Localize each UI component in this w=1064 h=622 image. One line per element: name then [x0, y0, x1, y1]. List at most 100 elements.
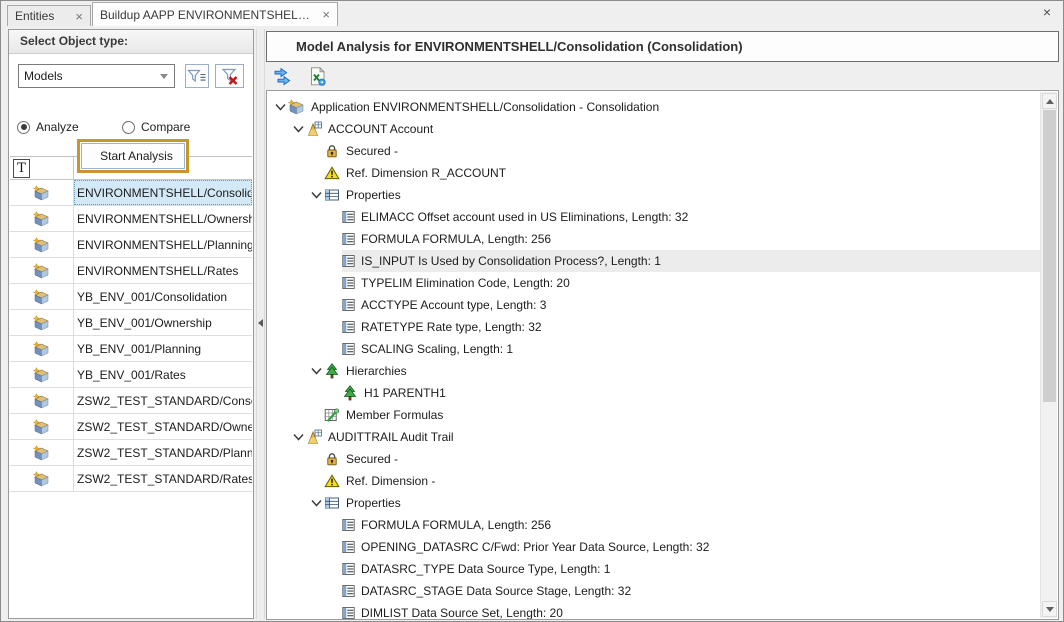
chevron-down-icon[interactable]: [308, 189, 324, 201]
tab-close-icon[interactable]: ×: [322, 8, 330, 21]
chevron-down-icon[interactable]: [272, 101, 288, 113]
property-icon: [342, 210, 355, 224]
tree-row[interactable]: IS_INPUT Is Used by Consolidation Proces…: [268, 250, 1040, 272]
model-row-icon-cell: [10, 232, 74, 257]
tree-row[interactable]: Application ENVIRONMENTSHELL/Consolidati…: [268, 96, 1040, 118]
collapse-left-icon[interactable]: [258, 319, 263, 327]
model-row-name: ZSW2_TEST_STANDARD/Consoli...: [74, 388, 252, 413]
chevron-down-icon[interactable]: [290, 123, 306, 135]
tree-row-body: OPENING_DATASRC C/Fwd: Prior Year Data S…: [342, 536, 1040, 558]
lock-icon: [324, 451, 340, 467]
model-cube-icon: [33, 341, 50, 357]
tree-item-label: FORMULA FORMULA, Length: 256: [361, 232, 551, 246]
tree-row[interactable]: DIMLIST Data Source Set, Length: 20: [268, 602, 1040, 620]
chevron-down-icon[interactable]: [308, 365, 324, 377]
tree-row[interactable]: FORMULA FORMULA, Length: 256: [268, 514, 1040, 536]
tree-row[interactable]: Member Formulas: [268, 404, 1040, 426]
scrollbar-thumb[interactable]: [1043, 110, 1056, 402]
tab-close-icon[interactable]: ×: [75, 10, 83, 23]
models-header-icon-cell[interactable]: T: [10, 157, 74, 179]
mode-radio-compare[interactable]: Compare: [122, 120, 227, 134]
dimension-icon: [306, 121, 322, 137]
tree-row-body: Ref. Dimension R_ACCOUNT: [324, 162, 1040, 184]
model-row-icon-cell: [10, 310, 74, 335]
object-type-dropdown[interactable]: Models: [18, 64, 175, 88]
tree-indent: [268, 327, 326, 328]
tree-row[interactable]: ELIMACC Offset account used in US Elimin…: [268, 206, 1040, 228]
tree-row[interactable]: Secured -: [268, 448, 1040, 470]
run-arrows-button[interactable]: [273, 65, 295, 87]
tree-row[interactable]: Properties: [268, 492, 1040, 514]
tree-row[interactable]: DATASRC_STAGE Data Source Stage, Length:…: [268, 580, 1040, 602]
scroll-up-button[interactable]: [1042, 93, 1057, 109]
tree-row[interactable]: Secured -: [268, 140, 1040, 162]
hierarchy-icon: [342, 385, 358, 401]
model-name-text: ZSW2_TEST_STANDARD/Consoli...: [77, 394, 252, 408]
tree-indent: [268, 525, 326, 526]
model-row[interactable]: ENVIRONMENTSHELL/Planning: [10, 232, 252, 258]
model-row-icon-cell: [10, 258, 74, 283]
model-row[interactable]: ZSW2_TEST_STANDARD/Rates: [10, 466, 252, 492]
tree-row[interactable]: Hierarchies: [268, 360, 1040, 382]
tree-row[interactable]: DATASRC_TYPE Data Source Type, Length: 1: [268, 558, 1040, 580]
tree-row[interactable]: Ref. Dimension -: [268, 470, 1040, 492]
tree-row[interactable]: SCALING Scaling, Length: 1: [268, 338, 1040, 360]
model-row[interactable]: ENVIRONMENTSHELL/Rates: [10, 258, 252, 284]
tab-label: Buildup AAPP ENVIRONMENTSHELL/Consolidat…: [100, 8, 312, 22]
filter-buttons: [175, 64, 244, 88]
model-cube-icon: [33, 315, 50, 331]
model-row[interactable]: ENVIRONMENTSHELL/Consolidation: [10, 180, 252, 206]
tree-indent: [268, 173, 308, 174]
tree-row[interactable]: Ref. Dimension R_ACCOUNT: [268, 162, 1040, 184]
tree-item-label: IS_INPUT Is Used by Consolidation Proces…: [361, 254, 661, 268]
scroll-down-button[interactable]: [1042, 601, 1057, 617]
tree-row[interactable]: TYPELIM Elimination Code, Length: 20: [268, 272, 1040, 294]
tree-row-body: Properties: [324, 184, 1040, 206]
model-row[interactable]: YB_ENV_001/Consolidation: [10, 284, 252, 310]
model-row[interactable]: ZSW2_TEST_STANDARD/Consoli...: [10, 388, 252, 414]
main-toolbar: [266, 63, 328, 89]
filter-button[interactable]: [185, 64, 209, 88]
tab-entities[interactable]: Entities×: [7, 5, 91, 26]
tree-row[interactable]: OPENING_DATASRC C/Fwd: Prior Year Data S…: [268, 536, 1040, 558]
model-row[interactable]: YB_ENV_001/Rates: [10, 362, 252, 388]
model-cube-icon: [33, 471, 50, 487]
tree-row[interactable]: RATETYPE Rate type, Length: 32: [268, 316, 1040, 338]
model-name-text: ZSW2_TEST_STANDARD/Owners...: [77, 420, 252, 434]
chevron-down-icon[interactable]: [290, 431, 306, 443]
tree-indent: [268, 305, 326, 306]
model-row[interactable]: ENVIRONMENTSHELL/Ownership: [10, 206, 252, 232]
tree-row[interactable]: ACCOUNT Account: [268, 118, 1040, 140]
model-row-icon-cell: [10, 180, 74, 205]
model-row[interactable]: YB_ENV_001/Planning: [10, 336, 252, 362]
tree-row-body: DATASRC_STAGE Data Source Stage, Length:…: [342, 580, 1040, 602]
export-excel-button[interactable]: [306, 65, 328, 87]
model-row[interactable]: YB_ENV_001/Ownership: [10, 310, 252, 336]
model-row[interactable]: ZSW2_TEST_STANDARD/Owners...: [10, 414, 252, 440]
tree-indent: [268, 349, 326, 350]
tree-row[interactable]: Properties: [268, 184, 1040, 206]
formula-icon: [324, 407, 340, 423]
mode-radio-analyze[interactable]: Analyze: [17, 120, 122, 134]
radio-label: Compare: [141, 120, 190, 134]
tree-item-label: Application ENVIRONMENTSHELL/Consolidati…: [311, 100, 659, 114]
tree-row[interactable]: FORMULA FORMULA, Length: 256: [268, 228, 1040, 250]
start-analysis-label: Start Analysis: [100, 149, 173, 163]
table-icon: [324, 495, 340, 511]
tree-row[interactable]: AUDITTRAIL Audit Trail: [268, 426, 1040, 448]
tabbar-close-icon[interactable]: ×: [1043, 5, 1051, 19]
model-row[interactable]: ZSW2_TEST_STANDARD/Planning: [10, 440, 252, 466]
clear-filter-button[interactable]: [215, 64, 244, 88]
property-icon: [342, 342, 355, 356]
tree-row[interactable]: ACCTYPE Account type, Length: 3: [268, 294, 1040, 316]
model-name-text: ZSW2_TEST_STANDARD/Planning: [77, 446, 252, 460]
model-row-icon-cell: [10, 362, 74, 387]
panel-splitter[interactable]: [256, 29, 265, 619]
tree-row-body: Ref. Dimension -: [324, 470, 1040, 492]
tree-row[interactable]: H1 PARENTH1: [268, 382, 1040, 404]
tree-item-label: Properties: [346, 496, 401, 510]
tab-buildup[interactable]: Buildup AAPP ENVIRONMENTSHELL/Consolidat…: [92, 2, 338, 26]
chevron-down-icon[interactable]: [308, 497, 324, 509]
start-analysis-button[interactable]: Start Analysis: [81, 143, 185, 169]
tree-item-label: ACCOUNT Account: [328, 122, 433, 136]
